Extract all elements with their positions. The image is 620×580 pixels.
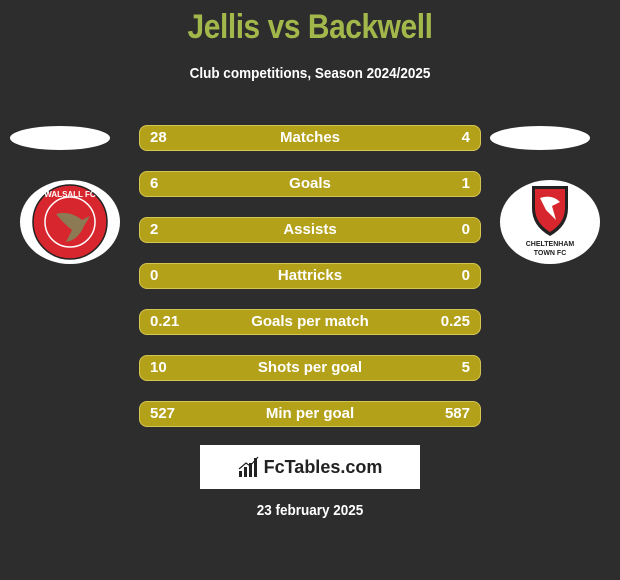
page-title: Jellis vs Backwell [187,8,433,46]
stat-label: Hattricks [277,267,343,284]
stat-row-shots-per-goal: Shots per goal 10 5 [139,355,481,381]
stat-left-value: 10 [150,359,167,376]
competition-subtitle: Club competitions, Season 2024/2025 [189,65,431,82]
stat-row-matches: Matches 28 4 [139,125,481,151]
stat-right-value: 0 [461,221,470,238]
stat-label: Goals per match [251,313,369,330]
stat-left-value: 2 [150,221,159,238]
walsall-crest-icon: WALSALL FC [32,184,108,260]
stat-row-hattricks: Hattricks 0 0 [139,263,481,289]
stat-label: Shots per goal [257,359,363,376]
cheltenham-crest-icon: CHELTENHAM TOWN FC [526,186,575,257]
walsall-logo[interactable]: WALSALL FC [20,180,120,264]
stat-right-value: 1 [461,175,470,192]
brand-name: FcTables.com [263,456,383,477]
stat-label: Min per goal [265,405,355,422]
match-date: 23 february 2025 [256,502,364,519]
right-player-placeholder [490,126,590,150]
stat-left-value: 0.21 [150,313,180,330]
stat-right-value: 587 [444,405,470,422]
stat-label: Goals [289,175,331,192]
bar-chart-icon [238,456,259,477]
svg-text:CHELTENHAM: CHELTENHAM [526,241,575,248]
stat-left-value: 28 [150,129,167,146]
stat-left-value: 527 [150,405,176,422]
stat-right-value: 0.25 [440,313,470,330]
cheltenham-logo[interactable]: CHELTENHAM TOWN FC [500,180,600,264]
stat-row-assists: Assists 2 0 [139,217,481,243]
stat-label: Assists [283,221,337,238]
stat-left-value: 6 [150,175,159,192]
fctables-brand[interactable]: FcTables.com [200,445,420,489]
stat-row-min-per-goal: Min per goal 527 587 [139,401,481,427]
stat-left-value: 0 [150,267,159,284]
stat-right-value: 0 [461,267,470,284]
stat-row-goals-per-match: Goals per match 0.21 0.25 [139,309,481,335]
svg-text:WALSALL FC: WALSALL FC [44,190,96,199]
svg-text:TOWN FC: TOWN FC [534,250,567,257]
stat-right-value: 5 [461,359,470,376]
left-player-placeholder [10,126,110,150]
stat-label: Matches [279,129,341,146]
stat-row-goals: Goals 6 1 [139,171,481,197]
stat-right-value: 4 [461,129,470,146]
